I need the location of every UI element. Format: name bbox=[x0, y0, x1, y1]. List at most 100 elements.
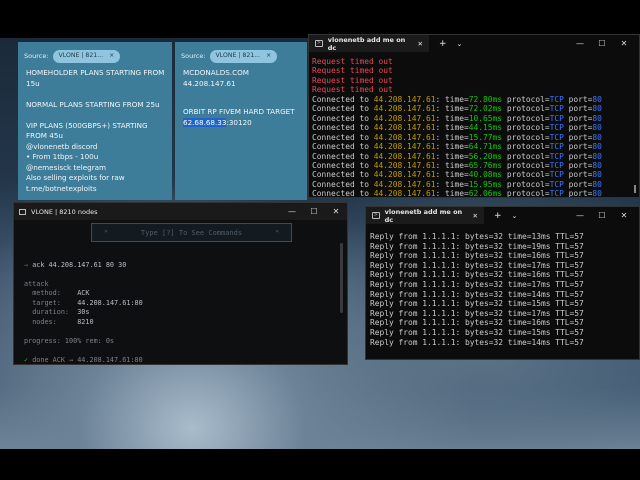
connected-line: Connected to 44.208.147.61: time=44.15ms… bbox=[312, 123, 602, 132]
minimize-icon[interactable]: — bbox=[281, 203, 303, 220]
port-value: 80 bbox=[592, 104, 602, 114]
connected-line: Connected to 44.208.147.61: time=64.71ms… bbox=[312, 142, 602, 151]
plans-line: HOMEHOLDER PLANS STARTING FROM 15u bbox=[26, 68, 167, 88]
close-icon[interactable]: ✕ bbox=[613, 35, 635, 52]
terminal-tab[interactable]: > vlonenetb add me on dc ✕ bbox=[309, 35, 429, 52]
connected-prefix: Connected to bbox=[312, 104, 374, 114]
ping-time: 64.71ms bbox=[468, 142, 503, 152]
target-endpoint: 62.68.68.33:30120 bbox=[183, 117, 303, 129]
port-label: port= bbox=[563, 104, 593, 114]
port-value: 80 bbox=[592, 170, 602, 180]
plans-line: Also selling exploits for raw bbox=[26, 173, 125, 182]
plans-line: @vlonenetb discord bbox=[26, 141, 98, 151]
target-domain: MCDONALDS.COM bbox=[183, 68, 249, 77]
plans-line: t.me/botnetexploits bbox=[26, 183, 97, 193]
target-label: target: bbox=[32, 298, 61, 307]
close-icon[interactable]: × bbox=[266, 51, 271, 62]
close-icon[interactable]: ✕ bbox=[325, 203, 347, 220]
command-hint: » Type [?] To See Commands « bbox=[91, 223, 292, 242]
protocol-label: protocol= bbox=[502, 94, 550, 104]
connected-prefix: Connected to bbox=[312, 113, 374, 123]
terminal-tab[interactable]: > vlonenetb add me on dc ✕ bbox=[366, 207, 484, 224]
connected-prefix: Connected to bbox=[312, 189, 374, 198]
port-label: port= bbox=[563, 142, 593, 152]
new-tab-icon[interactable]: + bbox=[439, 39, 447, 49]
plans-line bbox=[26, 110, 168, 121]
terminal-icon bbox=[19, 208, 26, 215]
targets-text: MCDONALDS.COM 44.208.147.61 ORBIT RP FIV… bbox=[183, 68, 303, 128]
terminal-icon: > bbox=[372, 212, 380, 219]
connected-ip: 44.208.147.61 bbox=[373, 113, 436, 123]
window-title: VLONE | 8210 nodes bbox=[31, 207, 98, 216]
scrollbar[interactable] bbox=[340, 243, 343, 313]
connected-line: Connected to 44.208.147.61: time=56.20ms… bbox=[312, 152, 602, 161]
highlighted-ip[interactable]: 62.68.68.33 bbox=[183, 117, 227, 127]
close-tab-icon[interactable]: ✕ bbox=[473, 212, 478, 220]
source-selector[interactable]: VLONE | 821... × bbox=[209, 50, 278, 63]
connected-line: Connected to 44.208.147.61: time=72.80ms… bbox=[312, 95, 602, 104]
separator: : time= bbox=[435, 94, 469, 104]
target-value: 44.208.147.61:80 bbox=[77, 298, 143, 307]
separator: : time= bbox=[435, 132, 469, 142]
timeout-line: Request timed out bbox=[312, 85, 393, 95]
connected-ip: 44.208.147.61 bbox=[373, 170, 436, 180]
source-selector[interactable]: VLONE | 821... × bbox=[52, 50, 121, 63]
attack-output: → ack 44.208.147.61 80 30 attack method:… bbox=[24, 251, 143, 364]
close-icon[interactable]: × bbox=[109, 51, 114, 62]
method-label: method: bbox=[32, 289, 61, 297]
reply-line: Reply from 1.1.1.1: bytes=32 time=17ms T… bbox=[370, 308, 584, 318]
maximize-icon[interactable]: ☐ bbox=[591, 207, 613, 224]
connected-prefix: Connected to bbox=[312, 170, 374, 180]
port-value: 80 bbox=[592, 160, 602, 170]
target-port: :30120 bbox=[226, 117, 252, 127]
protocol-value: TCP bbox=[549, 179, 564, 189]
port-label: port= bbox=[563, 160, 593, 170]
port-label: port= bbox=[563, 179, 593, 189]
protocol-value: TCP bbox=[549, 151, 564, 161]
chevron-down-icon[interactable]: ⌄ bbox=[457, 40, 463, 48]
protocol-label: protocol= bbox=[502, 113, 550, 123]
connected-ip: 44.208.147.61 bbox=[373, 151, 436, 161]
plans-line: VIP PLANS (500GBPS+) STARTING FROM 45u bbox=[26, 120, 150, 141]
separator: : time= bbox=[435, 151, 469, 161]
connected-line: Connected to 44.208.147.61: time=15.95ms… bbox=[312, 180, 602, 189]
connected-line: Connected to 44.208.147.61: time=15.77ms… bbox=[312, 133, 602, 142]
connected-line: Connected to 44.208.147.61: time=10.65ms… bbox=[312, 114, 602, 123]
title-bar: VLONE | 8210 nodes — ☐ ✕ bbox=[14, 203, 347, 220]
protocol-label: protocol= bbox=[502, 160, 550, 170]
chevron-down-icon[interactable]: ⌄ bbox=[512, 212, 518, 220]
connected-ip: 44.208.147.61 bbox=[373, 94, 436, 104]
port-label: port= bbox=[563, 113, 593, 123]
close-icon[interactable]: ✕ bbox=[613, 207, 635, 224]
protocol-value: TCP bbox=[549, 104, 564, 114]
section-header: attack bbox=[24, 279, 49, 288]
connected-prefix: Connected to bbox=[312, 151, 374, 161]
new-tab-icon[interactable]: + bbox=[494, 211, 502, 221]
source-label: Source: bbox=[24, 52, 49, 60]
ping-time: 56.20ms bbox=[468, 151, 503, 161]
minimize-icon[interactable]: — bbox=[569, 35, 591, 52]
separator: : time= bbox=[435, 142, 469, 152]
terminal-window-tcp-ping: > vlonenetb add me on dc ✕ + ⌄ — ☐ ✕ Req… bbox=[308, 34, 640, 198]
protocol-value: TCP bbox=[549, 123, 564, 133]
maximize-icon[interactable]: ☐ bbox=[303, 203, 325, 220]
ping-time: 65.76ms bbox=[468, 160, 503, 170]
terminal-window-nodes: VLONE | 8210 nodes — ☐ ✕ » Type [?] To S… bbox=[13, 202, 348, 365]
hint-text: Type [?] To See Commands bbox=[140, 228, 243, 237]
separator: : time= bbox=[435, 179, 469, 189]
minimize-icon[interactable]: — bbox=[569, 207, 591, 224]
scrollbar[interactable] bbox=[634, 185, 636, 193]
port-label: port= bbox=[563, 123, 593, 133]
close-tab-icon[interactable]: ✕ bbox=[418, 40, 423, 48]
ping-time: 40.08ms bbox=[468, 170, 503, 180]
chevron-left-icon: « bbox=[275, 228, 279, 235]
ping-time: 72.02ms bbox=[468, 104, 503, 114]
protocol-label: protocol= bbox=[502, 151, 550, 161]
progress-text: progress: 100% rem: 0s bbox=[24, 336, 115, 345]
connected-ip: 44.208.147.61 bbox=[373, 179, 436, 189]
port-value: 80 bbox=[592, 179, 602, 189]
terminal-output: Reply from 1.1.1.1: bytes=32 time=13ms T… bbox=[370, 232, 584, 347]
maximize-icon[interactable]: ☐ bbox=[591, 35, 613, 52]
ping-time: 62.06ms bbox=[468, 189, 503, 198]
protocol-label: protocol= bbox=[502, 123, 550, 133]
